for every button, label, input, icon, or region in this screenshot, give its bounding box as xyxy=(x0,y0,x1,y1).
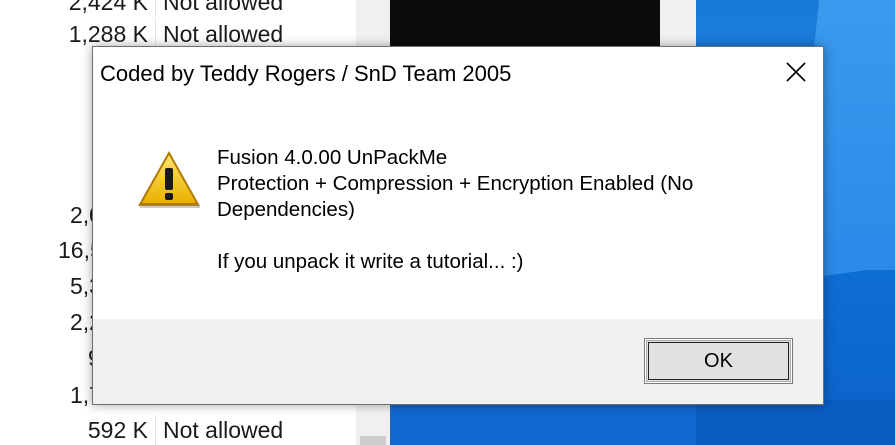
console-frame xyxy=(660,0,696,50)
console-window xyxy=(390,0,660,50)
memory-value: 2,424 K xyxy=(68,0,148,15)
close-button[interactable] xyxy=(769,47,823,97)
message-line-3: Dependencies) xyxy=(217,198,355,221)
message-dialog: Coded by Teddy Rogers / SnD Team 2005 Fu… xyxy=(92,46,824,405)
column-divider xyxy=(155,0,156,17)
status-value: Not allowed xyxy=(163,21,284,47)
dialog-title: Coded by Teddy Rogers / SnD Team 2005 xyxy=(100,61,512,86)
status-value: Not allowed xyxy=(163,0,284,15)
close-icon xyxy=(786,62,806,82)
list-item[interactable]: 2,424 K Not allowed xyxy=(0,0,356,17)
warning-icon xyxy=(138,151,200,208)
column-divider xyxy=(155,19,156,49)
dialog-message: Fusion 4.0.00 UnPackMe Protection + Comp… xyxy=(217,145,777,275)
memory-value: 592 K xyxy=(87,417,148,443)
list-item[interactable]: 592 K Not allowed xyxy=(0,415,356,445)
dialog-footer: OK xyxy=(93,319,823,404)
desktop-area xyxy=(390,404,696,445)
dialog-content: Fusion 4.0.00 UnPackMe Protection + Comp… xyxy=(93,101,823,319)
list-item[interactable]: 1,288 K Not allowed xyxy=(0,19,356,49)
dialog-titlebar[interactable]: Coded by Teddy Rogers / SnD Team 2005 xyxy=(93,47,823,101)
column-divider xyxy=(155,415,156,445)
message-line-4: If you unpack it write a tutorial... :) xyxy=(217,250,524,273)
message-line-2: Protection + Compression + Encryption En… xyxy=(217,172,694,195)
scrollbar-thumb[interactable] xyxy=(360,436,386,445)
status-value: Not allowed xyxy=(163,417,284,443)
ok-button[interactable]: OK xyxy=(644,338,793,384)
memory-value: 1,288 K xyxy=(68,21,148,47)
message-line-1: Fusion 4.0.00 UnPackMe xyxy=(217,146,448,169)
